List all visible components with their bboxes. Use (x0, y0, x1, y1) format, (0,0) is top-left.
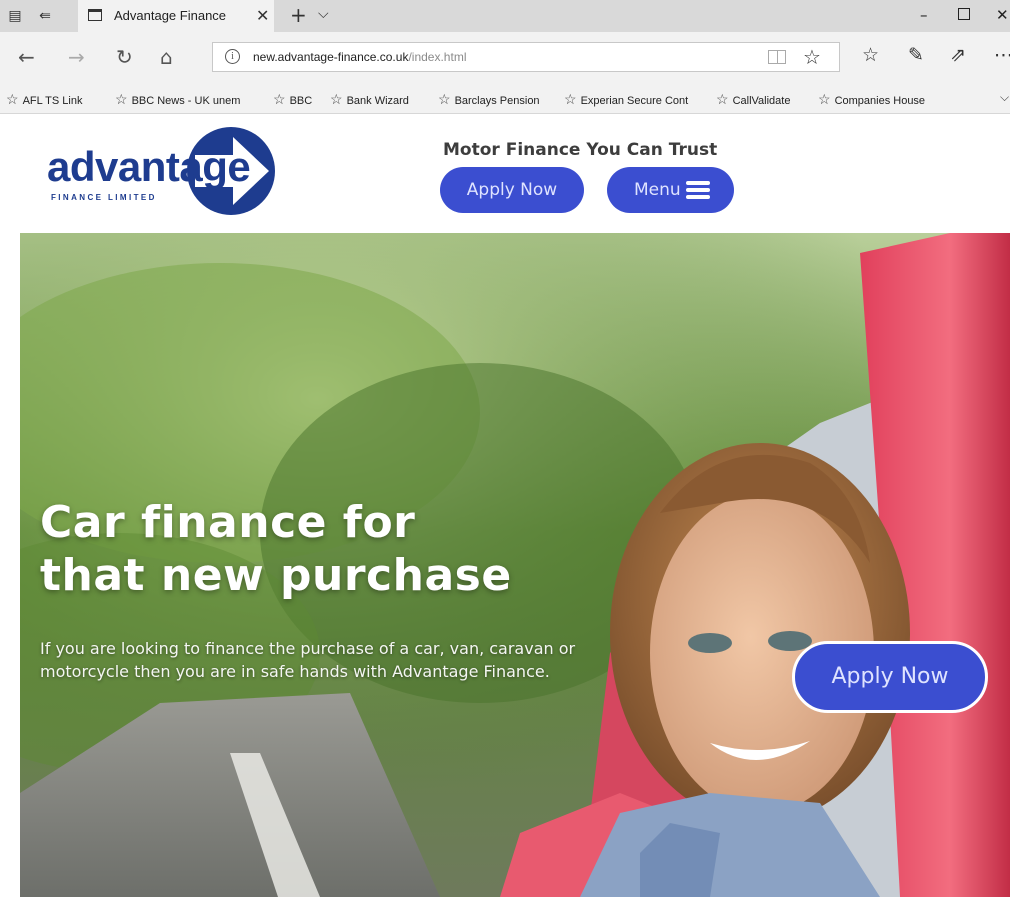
favorite-link[interactable]: ☆ AFL TS Link (6, 91, 82, 108)
add-favorite-star-icon[interactable]: ☆ (803, 45, 821, 69)
url-text: new.advantage-finance.co.uk/index.html (253, 50, 466, 64)
star-icon: ☆ (716, 91, 729, 107)
star-icon: ☆ (330, 91, 343, 107)
reading-view-icon[interactable] (768, 50, 786, 64)
tab-preview-icon[interactable]: ▤ (6, 7, 24, 25)
menu-label: Menu (634, 180, 681, 200)
favorite-link[interactable]: ☆ BBC (273, 91, 312, 108)
favorite-link[interactable]: ☆ Experian Secure Cont (564, 91, 688, 108)
logo-wordmark: advantage (47, 143, 251, 190)
more-icon[interactable]: ⋯ (994, 44, 1010, 66)
url-field[interactable]: i new.advantage-finance.co.uk/index.html… (212, 42, 840, 72)
info-icon[interactable]: i (225, 49, 240, 64)
chevron-down-icon[interactable]: ⌵ (318, 6, 329, 22)
star-icon: ☆ (818, 91, 831, 107)
home-icon[interactable]: ⌂ (160, 46, 173, 68)
favorite-label: Companies House (834, 95, 926, 107)
star-icon: ☆ (115, 91, 128, 107)
logo-subtitle: FINANCE LIMITED (51, 193, 157, 202)
url-host: new.advantage-finance.co.uk (253, 50, 409, 64)
favorite-link[interactable]: ☆ Bank Wizard (330, 91, 409, 108)
chevron-down-icon[interactable]: ⌵ (1000, 90, 1009, 105)
favorite-label: Bank Wizard (346, 95, 409, 107)
apply-now-button[interactable]: Apply Now (440, 167, 584, 213)
share-icon[interactable]: ⇗ (950, 44, 966, 66)
star-icon: ☆ (6, 91, 19, 107)
favorite-label: Experian Secure Cont (580, 95, 689, 107)
minimize-icon[interactable]: – (920, 6, 928, 24)
favorites-bar: ☆ AFL TS Link ☆ BBC News - UK unem ☆ BBC ☆ B… (0, 84, 1010, 114)
star-icon: ☆ (273, 91, 286, 107)
page-icon (88, 9, 102, 21)
favorites-hub-icon[interactable]: ☆ (862, 44, 879, 66)
favorite-label: BBC (289, 95, 313, 107)
hero-description: If you are looking to finance the purcha… (40, 639, 576, 681)
hamburger-icon (686, 181, 710, 199)
url-path: /index.html (408, 50, 467, 64)
maximize-icon[interactable] (958, 8, 970, 20)
site-header: advantage FINANCE LIMITED Motor Finance … (0, 115, 1010, 233)
star-icon: ☆ (438, 91, 451, 107)
back-arrow-icon[interactable]: ← (18, 46, 35, 68)
refresh-icon[interactable]: ↻ (116, 46, 133, 68)
new-tab-icon[interactable]: + (290, 3, 307, 27)
menu-button[interactable]: Menu (607, 167, 734, 213)
advantage-logo[interactable]: advantage FINANCE LIMITED (47, 125, 277, 217)
address-bar: ← → ↻ ⌂ i new.advantage-finance.co.uk/in… (0, 32, 1010, 84)
star-icon: ☆ (564, 91, 577, 107)
favorite-link[interactable]: ☆ Barclays Pension (438, 91, 540, 108)
favorite-link[interactable]: ☆ CallValidate (716, 91, 790, 108)
hero-title-line: Car finance for (40, 497, 416, 548)
browser-tab-bar: ▤ ⇚ Advantage Finance ✕ + ⌵ – ✕ (0, 0, 1010, 32)
forward-arrow-icon[interactable]: → (68, 46, 85, 68)
favorite-label: AFL TS Link (22, 95, 83, 107)
set-tabs-aside-icon[interactable]: ⇚ (36, 7, 54, 25)
favorite-label: CallValidate (732, 95, 791, 107)
favorite-link[interactable]: ☆ Companies House (818, 91, 925, 108)
hero-title-line: that new purchase (40, 550, 512, 601)
tab-title: Advantage Finance (114, 8, 227, 23)
close-window-icon[interactable]: ✕ (996, 6, 1009, 24)
favorite-link[interactable]: ☆ BBC News - UK unem (115, 91, 240, 108)
hero-apply-now-button[interactable]: Apply Now (792, 641, 988, 713)
tagline: Motor Finance You Can Trust (443, 140, 718, 160)
favorite-label: Barclays Pension (454, 95, 540, 107)
close-tab-icon[interactable]: ✕ (256, 6, 269, 25)
pen-notes-icon[interactable]: ✎ (908, 44, 924, 66)
hero-title: Car finance for that new purchase (40, 496, 512, 602)
browser-tab[interactable]: Advantage Finance ✕ (78, 0, 274, 32)
hero-banner: Car finance for that new purchase If you… (20, 233, 1010, 897)
favorite-label: BBC News - UK unem (131, 95, 241, 107)
